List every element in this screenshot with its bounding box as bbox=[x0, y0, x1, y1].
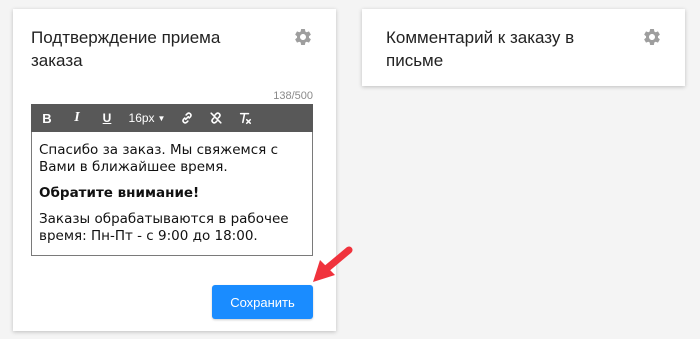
order-comment-card: Комментарий к заказу в письме bbox=[362, 9, 685, 86]
message-editor[interactable]: Спасибо за заказ. Мы свяжемся с Вами в б… bbox=[31, 132, 313, 256]
editor-toolbar: B I U 16px ▼ bbox=[31, 104, 313, 132]
unlink-icon[interactable] bbox=[201, 104, 230, 132]
editor-paragraph-bold: Обратите внимание! bbox=[39, 185, 200, 201]
gear-icon[interactable] bbox=[642, 27, 662, 47]
red-pointer-arrow-icon bbox=[313, 246, 353, 282]
gear-icon[interactable] bbox=[293, 27, 313, 47]
char-counter: 138/500 bbox=[273, 90, 313, 102]
font-size-dropdown[interactable]: 16px ▼ bbox=[122, 104, 172, 132]
editor-paragraph: Спасибо за заказ. Мы свяжемся с Вами в б… bbox=[39, 142, 278, 175]
card-title: Комментарий к заказу в письме bbox=[386, 28, 575, 70]
italic-button[interactable]: I bbox=[62, 104, 92, 132]
save-button[interactable]: Сохранить bbox=[212, 285, 313, 319]
font-size-value: 16px bbox=[128, 111, 155, 125]
underline-button[interactable]: U bbox=[92, 104, 122, 132]
clear-format-icon[interactable] bbox=[230, 104, 259, 132]
card-title: Подтверждение приема заказа bbox=[31, 28, 221, 70]
bold-button[interactable]: B bbox=[32, 104, 62, 132]
order-confirmation-card: Подтверждение приема заказа 138/500 B I … bbox=[13, 9, 336, 331]
caret-down-icon: ▼ bbox=[157, 113, 166, 123]
link-icon[interactable] bbox=[172, 104, 201, 132]
editor-paragraph: Заказы обрабатываются в рабочее время: П… bbox=[39, 211, 289, 244]
